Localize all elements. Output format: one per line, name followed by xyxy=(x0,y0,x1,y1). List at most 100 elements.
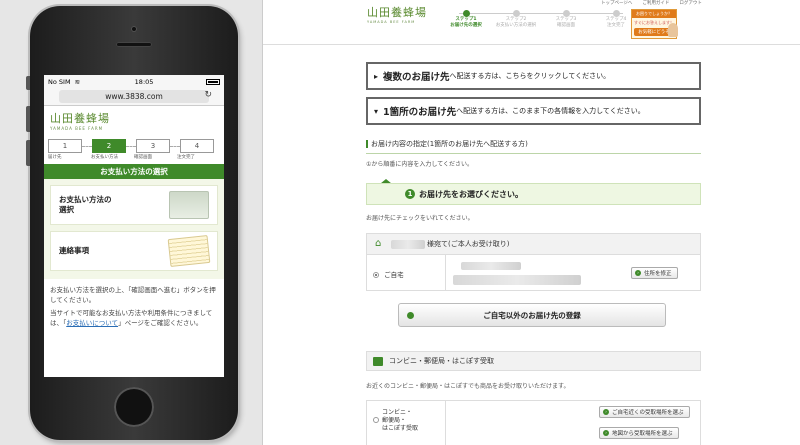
pickup-note: お近くのコンビニ・郵便局・はこぽすでも商品をお受け取りいただけます。 xyxy=(366,383,570,390)
step-number-badge: 1 xyxy=(405,189,415,199)
step-label: 注文完了 xyxy=(177,155,195,160)
carrier-label: No SIM xyxy=(48,77,71,86)
pickup-header: コンビニ・郵便局・はこぽす受取 xyxy=(366,351,701,371)
step-connector xyxy=(126,145,136,147)
volume-up-button xyxy=(26,106,30,132)
row-divider xyxy=(445,255,446,290)
step-label: お届け先の選択 xyxy=(450,22,482,28)
logo-en: YAMADA BEE FARM xyxy=(50,126,104,131)
reload-icon[interactable]: ↻ xyxy=(204,90,212,100)
home-option[interactable]: ご自宅 xyxy=(373,269,404,279)
desktop-page: 山田養蜂場 YAMADA BEE FARM ステップ1 お届け先の選択 ステップ2… xyxy=(262,0,800,445)
notepad-icon xyxy=(167,234,211,268)
volume-down-button xyxy=(26,140,30,166)
clock: 18:05 xyxy=(134,77,154,86)
battery-icon xyxy=(205,78,220,85)
top-page-link[interactable]: トップページへ xyxy=(601,0,632,6)
step-indicator: ステップ1 お届け先の選択 ステップ2 お支払い方法の選択 ステップ3 確認画面 ステ… xyxy=(441,9,641,29)
single-destination-bold: 1箇所のお届け先 xyxy=(383,107,457,118)
nearby-pickup-button[interactable]: › ご自宅近くの受取場所を選ぶ xyxy=(599,406,690,418)
step-label: お支払い方法 xyxy=(91,155,118,160)
header: 山田養蜂場 YAMADA BEE FARM ステップ1 お届け先の選択 ステップ2… xyxy=(263,0,800,44)
nearby-pickup-label: ご自宅近くの受取場所を選ぶ xyxy=(612,410,684,416)
help-banner[interactable]: お困りでしょうか？ すぐにお答えします！ お気軽にどうぞ xyxy=(631,9,678,39)
select-destination-label: お届け先をお選びください。 xyxy=(419,189,523,199)
smartphone-frame: No SIM ≋ 18:05 www.3838.com ↻ 山田養蜂場 YAMA… xyxy=(26,6,238,440)
home-label: ご自宅 xyxy=(384,271,404,279)
help-banner-title: お困りでしょうか？ xyxy=(632,10,676,18)
instruction-text: お支払い方法を選択の上、「確認画面へ進む」ボタンを押してください。 xyxy=(50,286,216,305)
multiple-destinations-bold: 複数のお届け先 xyxy=(383,72,450,83)
step-label: 注文完了 xyxy=(607,22,625,28)
contact-notes-card[interactable]: 連絡事項 xyxy=(50,231,218,271)
header-divider xyxy=(263,44,800,45)
map-pickup-label: 地図から受取場所を選ぶ xyxy=(612,431,673,437)
register-other-destination-label: ご自宅以外のお届け先の登録 xyxy=(483,310,581,320)
map-pickup-button[interactable]: › 地図から受取場所を選ぶ xyxy=(599,427,679,439)
address-bar[interactable]: www.3838.com ↻ xyxy=(44,88,224,106)
multiple-destinations-text: へ配送する方は、こちらをクリックしてください。 xyxy=(449,72,611,80)
edit-address-button[interactable]: › 住所を修正 xyxy=(631,267,678,279)
select-destination-header: 1 お届け先をお選びください。 xyxy=(366,183,701,205)
step-connector xyxy=(82,145,92,147)
single-destination-button[interactable]: ▾ 1箇所のお届け先 へ配送する方は、このまま下の各情報を入力してください。 xyxy=(366,97,701,125)
logo-en: YAMADA BEE FARM xyxy=(367,20,416,24)
pickup-option[interactable]: コンビニ・ 郵便局・ はこぽす受取 xyxy=(373,409,418,433)
home-icon: ⌂ xyxy=(375,238,382,249)
step-2: ステップ2 お支払い方法の選択 xyxy=(491,17,541,29)
chevron-right-icon: ▸ xyxy=(374,71,379,81)
earpiece xyxy=(116,42,152,47)
step-dot-4 xyxy=(613,10,620,17)
chevron-right-icon: › xyxy=(603,409,609,415)
front-camera xyxy=(131,26,137,32)
top-links: トップページへ ご利用ガイド ログアウト xyxy=(601,0,702,6)
page-title: お支払い方法の選択 xyxy=(44,164,224,179)
row-divider xyxy=(445,401,446,445)
payment-method-card[interactable]: お支払い方法の 選択 xyxy=(50,185,218,225)
step-connector xyxy=(170,145,180,147)
step-1: 1 xyxy=(48,139,82,153)
wifi-icon: ≋ xyxy=(74,77,81,86)
payment-terminal-icon xyxy=(169,191,209,219)
check-note: お届け先にチェックをいれてください。 xyxy=(366,215,474,222)
payment-method-label: お支払い方法の 選択 xyxy=(59,194,112,215)
contact-notes-label: 連絡事項 xyxy=(59,245,89,255)
address-redacted-line1 xyxy=(461,262,521,270)
payment-info-link[interactable]: お支払いについて xyxy=(66,319,118,327)
step-title: ステップ3 xyxy=(555,17,577,22)
edit-address-label: 住所を修正 xyxy=(644,271,672,277)
payment-info-suffix: 」ページをご確認ください。 xyxy=(118,319,203,328)
chevron-right-icon xyxy=(407,312,414,319)
chevron-right-icon: › xyxy=(603,430,609,436)
step-line xyxy=(459,13,623,14)
step-label: 届け先 xyxy=(48,155,62,160)
pickup-radio[interactable] xyxy=(373,417,379,423)
site-logo[interactable]: 山田養蜂場 YAMADA BEE FARM xyxy=(44,106,224,133)
payment-info-text: 当サイトで可能なお支払い方法や利用条件につきましては、「お支払いについて」ページ… xyxy=(44,305,224,328)
home-button[interactable] xyxy=(114,387,154,427)
step-4: 4 xyxy=(180,139,214,153)
status-bar: No SIM ≋ 18:05 xyxy=(44,75,224,88)
address-redacted-line2 xyxy=(453,275,581,285)
recipient-suffix: 様宛て(ご本人お受け取り) xyxy=(427,240,510,248)
step-2: 2 xyxy=(92,139,126,153)
home-address-row[interactable]: ご自宅 › 住所を修正 xyxy=(366,255,701,291)
pickup-row[interactable]: コンビニ・ 郵便局・ はこぽす受取 › ご自宅近くの受取場所を選ぶ › 地図から… xyxy=(366,400,701,445)
guide-link[interactable]: ご利用ガイド xyxy=(642,0,669,6)
payment-section: お支払い方法の 選択 連絡事項 xyxy=(44,179,224,279)
step-dot-2 xyxy=(513,10,520,17)
multiple-destinations-button[interactable]: ▸ 複数のお届け先 へ配送する方は、こちらをクリックしてください。 xyxy=(366,62,701,90)
home-radio[interactable] xyxy=(373,272,379,278)
logo-jp: 山田養蜂場 xyxy=(367,6,427,19)
logout-link[interactable]: ログアウト xyxy=(679,0,702,6)
step-1: ステップ1 お届け先の選択 xyxy=(441,17,491,29)
step-title: ステップ4 xyxy=(605,17,627,22)
section-title: お届け内容の指定(1箇所のお届け先へ配送する方) xyxy=(366,139,701,154)
url-text[interactable]: www.3838.com xyxy=(59,90,209,103)
operator-icon xyxy=(668,23,678,37)
section-note: ①から順番に内容を入力してください。 xyxy=(366,161,474,168)
site-logo[interactable]: 山田養蜂場 YAMADA BEE FARM xyxy=(367,4,427,24)
silent-switch xyxy=(26,76,30,90)
step-dots xyxy=(441,9,641,17)
register-other-destination-button[interactable]: ご自宅以外のお届け先の登録 xyxy=(398,303,666,327)
